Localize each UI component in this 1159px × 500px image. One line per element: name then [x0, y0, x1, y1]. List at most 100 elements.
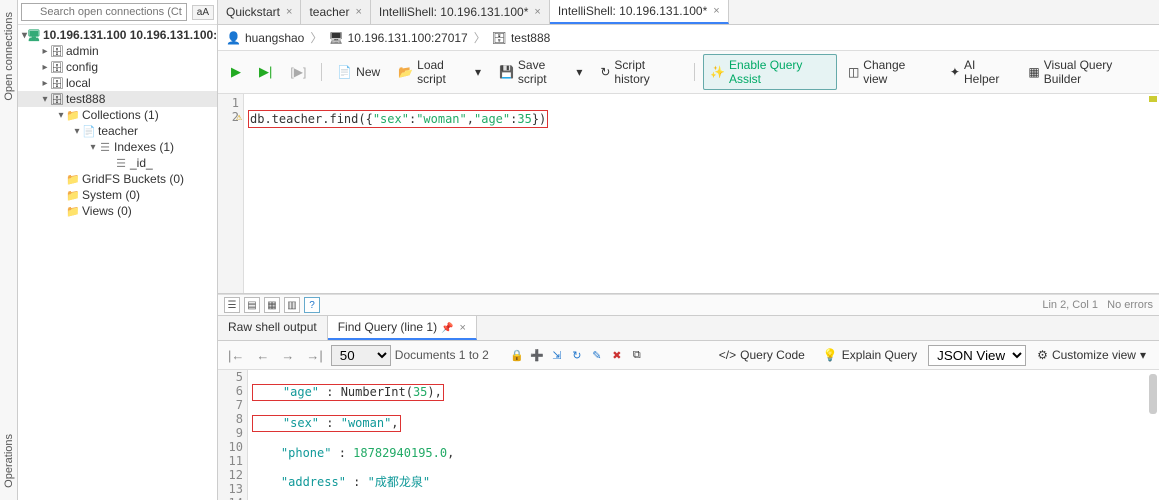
db-admin[interactable]: ▸🗄admin — [18, 43, 217, 59]
load-label: Load script — [417, 58, 471, 86]
db-label: local — [66, 76, 91, 90]
case-toggle-button[interactable]: aA — [192, 5, 214, 20]
view-select[interactable]: JSON View — [928, 345, 1026, 366]
views-node[interactable]: 📁Views (0) — [18, 203, 217, 219]
tab-quickstart[interactable]: Quickstart× — [218, 0, 301, 24]
script-history-button[interactable]: ↻ Script history — [593, 54, 686, 90]
save-icon: 💾 — [499, 65, 514, 79]
db-test888[interactable]: ▾🗄test888 — [18, 91, 217, 107]
prev-page-button[interactable]: ← — [252, 348, 273, 363]
help-icon[interactable]: ? — [304, 297, 320, 313]
operations-tab[interactable]: Operations — [3, 428, 15, 494]
pin-icon[interactable]: 📌 — [441, 323, 453, 334]
customize-view-button[interactable]: ⚙Customize view ▾ — [1030, 344, 1153, 366]
ai-helper-label: AI Helper — [964, 58, 1010, 86]
indexes-node[interactable]: ▾☰Indexes (1) — [18, 139, 217, 155]
collection-teacher[interactable]: ▾📄teacher — [18, 123, 217, 139]
scrollbar-thumb[interactable] — [1149, 374, 1157, 414]
load-script-button[interactable]: 📂Load script ▾ — [391, 54, 488, 90]
db-local[interactable]: ▸🗄local — [18, 75, 217, 91]
page-size-select[interactable]: 50 — [331, 345, 391, 366]
breadcrumb-host[interactable]: 10.196.131.100:27017 — [348, 31, 468, 45]
connection-root[interactable]: ▾🖥 10.196.131.100 10.196.131.100:27017 — [18, 27, 217, 43]
database-icon: 🗄 — [50, 45, 64, 58]
play-line-icon: [▶] — [290, 65, 306, 79]
line-number: 12 — [222, 468, 243, 482]
change-view-button[interactable]: ◫Change view — [841, 54, 935, 90]
save-script-button[interactable]: 💾Save script ▾ — [492, 54, 589, 90]
query-highlight: db.teacher.find({"sex":"woman","age":35}… — [248, 110, 548, 128]
code-icon: </> — [719, 348, 736, 362]
view-mode-2[interactable]: ▤ — [244, 297, 260, 313]
tab-raw-shell[interactable]: Raw shell output — [218, 316, 328, 340]
folder-icon: 📁 — [66, 109, 80, 122]
sparkle-icon: ✦ — [950, 65, 960, 79]
result-tabs: Raw shell output Find Query (line 1)📌× — [218, 316, 1159, 341]
copy-icon[interactable]: ⧉ — [629, 347, 645, 363]
line-number: 13 — [222, 482, 243, 496]
tab-teacher[interactable]: teacher × — [301, 0, 370, 24]
run-selection-button[interactable]: ▶| — [252, 60, 279, 84]
line-number: 1 — [218, 96, 239, 110]
tab-intellishell-2[interactable]: IntelliShell: 10.196.131.100* × — [550, 0, 729, 24]
run-button[interactable]: ▶ — [224, 60, 248, 84]
gridfs-node[interactable]: 📁GridFS Buckets (0) — [18, 171, 217, 187]
system-node[interactable]: 📁System (0) — [18, 187, 217, 203]
delete-icon[interactable]: ✖ — [609, 347, 625, 363]
new-button[interactable]: 📄New — [330, 61, 387, 83]
db-label: admin — [66, 44, 99, 58]
tab-find-query[interactable]: Find Query (line 1)📌× — [328, 316, 477, 340]
breadcrumb-user[interactable]: huangshao — [245, 31, 304, 45]
code-editor[interactable]: 1 2 ⚠db.teacher.find({"sex":"woman","age… — [218, 94, 1159, 294]
db-config[interactable]: ▸🗄config — [18, 59, 217, 75]
collections-label: Collections (1) — [82, 108, 159, 122]
enable-query-assist-button[interactable]: ✨Enable Query Assist — [703, 54, 837, 90]
add-doc-icon[interactable]: ➕ — [529, 347, 545, 363]
match-highlight: "sex" : "woman", — [252, 415, 401, 432]
change-view-label: Change view — [863, 58, 928, 86]
run-line-button[interactable]: [▶] — [283, 61, 313, 83]
history-label: Script history — [614, 58, 679, 86]
collections-node[interactable]: ▾📁Collections (1) — [18, 107, 217, 123]
line-number: 11 — [222, 454, 243, 468]
query-code-label: Query Code — [740, 348, 805, 362]
open-connections-tab[interactable]: Open connections — [3, 6, 15, 107]
export-icon[interactable]: ⇲ — [549, 347, 565, 363]
explain-query-button[interactable]: 💡Explain Query — [816, 344, 924, 366]
close-icon[interactable]: × — [534, 6, 540, 18]
tab-label: IntelliShell: 10.196.131.100* — [558, 4, 707, 18]
index-id[interactable]: ☰_id_ — [18, 155, 217, 171]
next-page-button[interactable]: → — [277, 348, 298, 363]
play-step-icon: ▶| — [259, 64, 272, 80]
lock-icon[interactable]: 🔒 — [509, 347, 525, 363]
host-icon: 🖥 — [328, 31, 343, 45]
close-icon[interactable]: × — [460, 322, 466, 334]
close-icon[interactable]: × — [713, 5, 719, 17]
user-icon: 👤 — [226, 31, 241, 45]
result-json-viewer[interactable]: 5 6 7 8 9 10 11 12 13 14 15 16 "age" : N… — [218, 370, 1159, 500]
db-label: config — [66, 60, 98, 74]
view-mode-1[interactable]: ☰ — [224, 297, 240, 313]
history-icon: ↻ — [600, 65, 610, 79]
match-highlight: "age" : NumberInt(35), — [252, 384, 444, 401]
server-icon: 🖥 — [27, 29, 41, 42]
query-code-button[interactable]: </> Query Code — [712, 344, 812, 366]
cursor-position: Lin 2, Col 1 — [1042, 299, 1098, 311]
tab-label: teacher — [309, 5, 349, 19]
close-icon[interactable]: × — [355, 6, 361, 18]
refresh-icon[interactable]: ↻ — [569, 347, 585, 363]
visual-query-builder-button[interactable]: ▦Visual Query Builder — [1021, 54, 1153, 90]
ai-helper-button[interactable]: ✦ AI Helper — [943, 54, 1018, 90]
database-icon: 🗄 — [50, 61, 64, 74]
tab-intellishell-1[interactable]: IntelliShell: 10.196.131.100*× — [371, 0, 550, 24]
tab-label: Raw shell output — [228, 320, 317, 334]
last-page-button[interactable]: →| — [302, 348, 326, 363]
breadcrumb-db[interactable]: test888 — [511, 31, 550, 45]
first-page-button[interactable]: |← — [224, 348, 248, 363]
view-mode-3[interactable]: ▦ — [264, 297, 280, 313]
main-area: Quickstart× teacher × IntelliShell: 10.19… — [218, 0, 1159, 500]
edit-icon[interactable]: ✎ — [589, 347, 605, 363]
close-icon[interactable]: × — [286, 6, 292, 18]
search-input[interactable] — [21, 3, 187, 21]
view-mode-4[interactable]: ▥ — [284, 297, 300, 313]
